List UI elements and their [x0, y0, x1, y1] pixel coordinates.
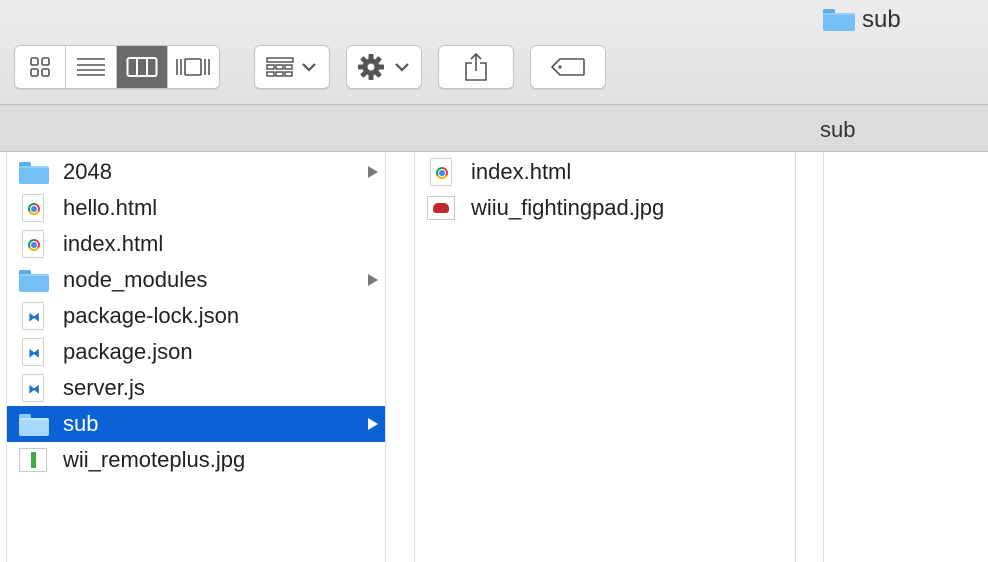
column-view-button[interactable] [117, 46, 168, 88]
item-label: package.json [63, 339, 193, 364]
view-mode-control[interactable] [14, 45, 220, 89]
item-label: 2048 [63, 159, 112, 184]
list-item[interactable]: index.html [415, 154, 795, 190]
icon-view-button[interactable] [15, 46, 66, 88]
finder-toolbar: sub [0, 0, 988, 104]
chrome-html-file-icon [427, 158, 457, 186]
share-button[interactable] [438, 45, 514, 89]
browser-column-2[interactable]: index.html wiiu_fightingpad.jpg [415, 152, 795, 562]
image-file-icon [427, 194, 457, 222]
coverflow-icon [176, 58, 211, 76]
action-menu-button[interactable] [346, 45, 422, 89]
grid-icon [30, 57, 50, 77]
list-view-button[interactable] [66, 46, 117, 88]
folder-icon [19, 266, 49, 294]
chrome-html-file-icon [19, 230, 49, 258]
list-item[interactable]: wiiu_fightingpad.jpg [415, 190, 795, 226]
browser-column-1[interactable]: 2048 hello.html index.html node_modules … [6, 152, 386, 562]
list-item[interactable]: index.html [7, 226, 386, 262]
gear-icon [358, 54, 409, 80]
folder-icon [19, 158, 49, 186]
image-file-icon [19, 446, 49, 474]
list-item[interactable]: node_modules [7, 262, 386, 298]
cover-flow-view-button[interactable] [168, 46, 219, 88]
disclosure-arrow-icon [368, 166, 378, 178]
item-label: sub [63, 411, 99, 436]
item-label: server.js [63, 375, 145, 400]
tag-button[interactable] [530, 45, 606, 89]
disclosure-arrow-icon [368, 274, 378, 286]
folder-icon [822, 9, 855, 31]
share-icon [465, 52, 487, 81]
path-bar-label: sub [820, 117, 856, 142]
item-label: hello.html [63, 195, 158, 220]
list-item[interactable]: ⧓ package.json [7, 334, 386, 370]
item-label: node_modules [63, 267, 208, 292]
item-label: index.html [471, 159, 572, 184]
item-label: index.html [63, 231, 164, 256]
list-item-selected[interactable]: sub [7, 406, 386, 442]
window-title-text: sub [862, 6, 901, 33]
item-label: package-lock.json [63, 303, 240, 328]
list-item[interactable]: hello.html [7, 190, 386, 226]
list-item[interactable]: ⧓ server.js [7, 370, 386, 406]
disclosure-arrow-icon [368, 418, 378, 430]
list-item[interactable]: 2048 [7, 154, 386, 190]
group-by-icon [266, 57, 316, 77]
column-divider[interactable] [795, 152, 796, 562]
tag-icon [551, 58, 585, 76]
column-divider [823, 152, 824, 562]
chrome-html-file-icon [19, 194, 49, 222]
list-item[interactable]: ⧓ package-lock.json [7, 298, 386, 334]
item-label: wiiu_fightingpad.jpg [471, 195, 665, 220]
path-bar: sub [0, 104, 988, 152]
column-divider[interactable] [385, 152, 386, 562]
list-item[interactable]: wii_remoteplus.jpg [7, 442, 386, 478]
item-label: wii_remoteplus.jpg [63, 447, 246, 472]
folder-icon [19, 410, 49, 438]
columns-icon [126, 57, 158, 77]
vscode-file-icon: ⧓ [19, 374, 49, 402]
group-by-button[interactable] [254, 45, 330, 89]
vscode-file-icon: ⧓ [19, 302, 49, 330]
vscode-file-icon: ⧓ [19, 338, 49, 366]
window-title: sub [822, 6, 901, 34]
list-icon [77, 58, 105, 76]
